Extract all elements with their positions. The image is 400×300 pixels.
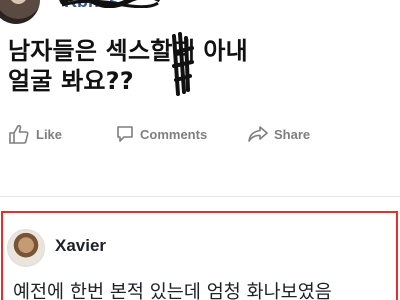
censor-scribble xyxy=(172,32,194,96)
comment-author-name[interactable]: Xavier xyxy=(55,236,106,256)
like-button[interactable]: Like xyxy=(8,120,62,148)
comments-label: Comments xyxy=(140,126,208,142)
comment-bubble-icon xyxy=(117,126,133,142)
post-actions-bar: Like Comments Share xyxy=(0,120,400,148)
share-arrow-icon xyxy=(248,126,268,142)
comments-button[interactable]: Comments xyxy=(116,120,207,148)
share-label: Share xyxy=(274,126,311,142)
original-post: Kbh..s 남자들은 섹스할때 아내 얼굴 봐요?? Like Comment… xyxy=(0,0,400,196)
section-divider xyxy=(0,196,400,197)
post-author-avatar[interactable] xyxy=(0,0,40,24)
thumbs-up-icon xyxy=(9,124,29,144)
share-button[interactable]: Share xyxy=(248,120,310,148)
post-text-line-1: 남자들은 섹스할때 아내 xyxy=(8,37,248,65)
post-text-line-2: 얼굴 봐요?? xyxy=(8,67,134,95)
highlighted-comment: Xavier 예전에 한번 본적 있는데 엄청 화나보였음 xyxy=(1,211,398,300)
like-label: Like xyxy=(36,126,63,142)
profile-avatar-icon[interactable] xyxy=(7,229,45,267)
post-text: 남자들은 섹스할때 아내 얼굴 봐요?? xyxy=(8,36,398,96)
name-redaction-scribble xyxy=(59,0,160,8)
comment-text: 예전에 한번 본적 있는데 엄청 화나보였음 xyxy=(13,282,332,300)
